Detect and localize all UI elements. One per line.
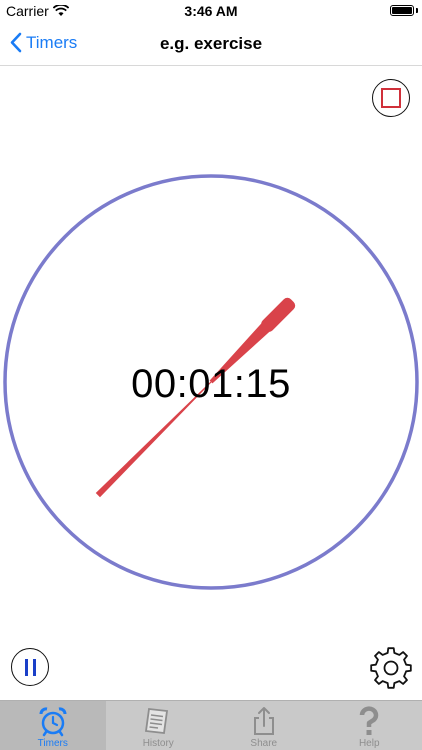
alarm-clock-icon: [39, 707, 67, 737]
stop-button[interactable]: [372, 79, 410, 117]
share-icon: [253, 707, 274, 735]
tab-label: Timers: [37, 738, 68, 749]
pause-icon-bar-left: [24, 658, 28, 676]
status-time: 3:46 AM: [184, 3, 238, 19]
tab-help[interactable]: Help: [317, 701, 422, 750]
stop-icon: [381, 88, 401, 108]
navigation-bar: Timers e.g. exercise: [0, 22, 422, 66]
tab-label: Help: [358, 738, 380, 749]
tab-history[interactable]: History: [106, 701, 212, 750]
document-icon: [145, 708, 169, 734]
question-icon: [360, 706, 379, 735]
battery-tip: [416, 8, 418, 13]
page-title: e.g. exercise: [159, 34, 263, 53]
tab-label: Share: [250, 738, 278, 749]
tab-label: History: [142, 738, 174, 749]
tab-share[interactable]: Share: [211, 701, 317, 750]
pause-icon-bar-right: [32, 658, 36, 676]
status-bar: Carrier 3:46 AM: [0, 0, 422, 22]
tab-timers[interactable]: Timers: [0, 701, 106, 750]
battery-icon: [390, 5, 414, 16]
gear-icon: [370, 647, 412, 689]
settings-button[interactable]: [368, 645, 414, 691]
timer-readout: 00:01:15: [131, 362, 291, 406]
pause-button[interactable]: [11, 648, 49, 686]
tab-bar: Timers History Share Help: [0, 700, 422, 750]
